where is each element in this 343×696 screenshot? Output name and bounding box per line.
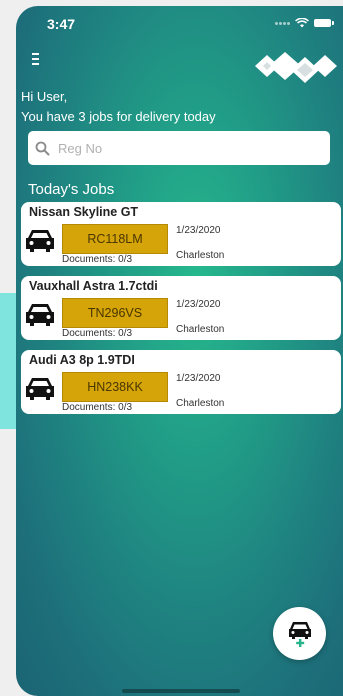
job-date: 1/23/2020 [176,373,221,384]
documents-count: Documents: 0/3 [62,328,133,339]
status-icons [275,18,334,28]
job-location: Charleston [176,250,225,261]
job-title: Nissan Skyline GT [29,205,139,219]
job-card[interactable]: Nissan Skyline GT RC118LM Documents: 0/3… [21,202,341,266]
greeting: Hi User, You have 3 jobs for delivery to… [21,87,216,127]
wifi-icon [295,18,309,28]
section-title: Today's Jobs [28,181,115,198]
job-location: Charleston [176,324,225,335]
job-card[interactable]: Vauxhall Astra 1.7ctdi TN296VS Documents… [21,276,341,340]
documents-count: Documents: 0/3 [62,402,133,413]
job-card[interactable]: Audi A3 8p 1.9TDI HN238KK Documents: 0/3… [21,350,341,414]
greeting-name: Hi User, [21,89,68,104]
car-icon [26,230,54,252]
search-input[interactable] [56,139,310,157]
status-time: 3:47 [47,16,76,32]
status-bar: 3:47 [16,6,343,42]
menu-icon[interactable] [32,53,42,67]
car-icon [26,304,54,326]
add-car-icon [288,621,311,647]
job-date: 1/23/2020 [176,225,221,236]
jobs-summary: You have 3 jobs for delivery today [21,109,216,124]
job-title: Audi A3 8p 1.9TDI [29,353,135,367]
license-plate: RC118LM [62,224,168,254]
signal-icon [275,21,290,25]
job-location: Charleston [176,398,225,409]
car-icon [26,378,54,400]
license-plate: HN238KK [62,372,168,402]
job-date: 1/23/2020 [176,299,221,310]
home-indicator[interactable] [122,689,240,693]
app-screen: 3:47 Hi User, You have 3 jobs for delive… [16,6,343,696]
documents-count: Documents: 0/3 [62,254,133,265]
license-plate: TN296VS [62,298,168,328]
battery-icon [314,19,334,27]
logo [255,52,337,83]
search-bar[interactable] [28,131,330,165]
add-job-button[interactable] [273,607,326,660]
job-title: Vauxhall Astra 1.7ctdi [29,279,158,293]
search-icon [35,141,50,155]
